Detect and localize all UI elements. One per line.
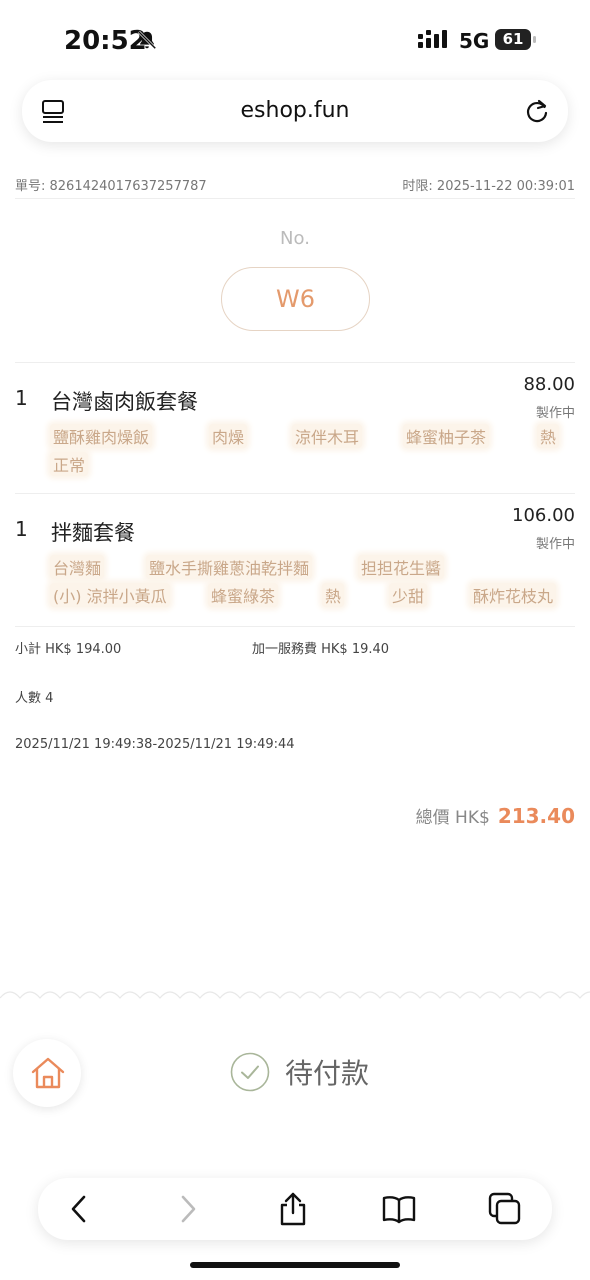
url-text[interactable]: eshop.fun — [22, 98, 568, 123]
home-button[interactable] — [13, 1039, 81, 1107]
table-number-label: No. — [280, 228, 310, 249]
order-time-range: 2025/11/21 19:49:38-2025/11/21 19:49:44 — [15, 737, 295, 752]
order-deadline: 时限: 2025-11-22 00:39:01 — [402, 179, 575, 194]
option-tag: 正常 — [50, 452, 89, 476]
option-tag: (小) 涼拌小黃瓜 — [50, 583, 170, 607]
check-circle-icon — [230, 1052, 270, 1092]
reload-icon[interactable] — [524, 97, 550, 125]
option-tag: 酥炸花枝丸 — [470, 583, 557, 607]
battery-level: 61 — [502, 30, 524, 48]
divider — [15, 198, 575, 199]
item-price: 106.00 — [512, 505, 575, 526]
divider — [15, 626, 575, 627]
divider — [15, 493, 575, 494]
status-time: 20:52 — [64, 26, 147, 56]
home-indicator — [190, 1262, 400, 1268]
option-tag: 熱 — [537, 424, 560, 448]
option-tag: 担担花生醬 — [358, 555, 445, 579]
option-tag: 涼伴木耳 — [292, 424, 363, 448]
option-tag: 鹽水手撕雞蔥油乾拌麵 — [146, 555, 313, 579]
option-tag: 肉燥 — [209, 424, 248, 448]
option-tag: 台灣麵 — [50, 555, 105, 579]
forward-icon[interactable] — [169, 1191, 205, 1227]
bookmarks-icon[interactable] — [381, 1191, 417, 1227]
status-bar: 20:52 5G 61 — [0, 0, 590, 80]
battery-icon: 61 — [495, 29, 537, 51]
tabs-icon[interactable] — [487, 1191, 523, 1227]
option-tag: 蜂蜜柚子茶 — [403, 424, 490, 448]
item-quantity: 1 — [15, 517, 28, 541]
item-quantity: 1 — [15, 386, 28, 410]
service-fee: 加一服務費 HK$ 19.40 — [252, 642, 390, 657]
table-number-badge: W6 — [221, 267, 370, 331]
bell-slash-icon — [137, 30, 157, 50]
divider — [15, 362, 575, 363]
item-status: 製作中 — [535, 406, 575, 421]
total-value: 213.40 — [497, 804, 575, 828]
option-tag: 少甜 — [389, 583, 428, 607]
option-tag: 鹽酥雞肉燥飯 — [50, 424, 153, 448]
people-count: 人數 4 — [15, 691, 54, 706]
total-price: 總價 HK$ 213.40 — [416, 803, 575, 828]
subtotal: 小計 HK$ 194.00 — [15, 642, 122, 657]
item-name: 拌麵套餐 — [51, 521, 135, 545]
item-name: 台灣鹵肉飯套餐 — [51, 390, 198, 414]
home-icon — [31, 1057, 65, 1089]
address-bar[interactable]: eshop.fun — [22, 80, 568, 142]
receipt-edge — [0, 991, 590, 999]
order-number: 單号: 8261424017637257787 — [15, 179, 207, 194]
browser-toolbar — [38, 1178, 552, 1240]
option-tag: 蜂蜜綠茶 — [208, 583, 279, 607]
item-price: 88.00 — [523, 374, 575, 395]
item-status: 製作中 — [535, 537, 575, 552]
signal-icon — [418, 30, 447, 48]
option-tag: 熱 — [322, 583, 345, 607]
back-icon[interactable] — [62, 1191, 98, 1227]
network-type: 5G — [459, 29, 490, 53]
order-info-row: 單号: 8261424017637257787 时限: 2025-11-22 0… — [15, 175, 575, 197]
share-icon[interactable] — [275, 1191, 311, 1227]
payment-status-text: 待付款 — [285, 1057, 370, 1090]
total-label: 總價 HK$ — [415, 808, 490, 828]
